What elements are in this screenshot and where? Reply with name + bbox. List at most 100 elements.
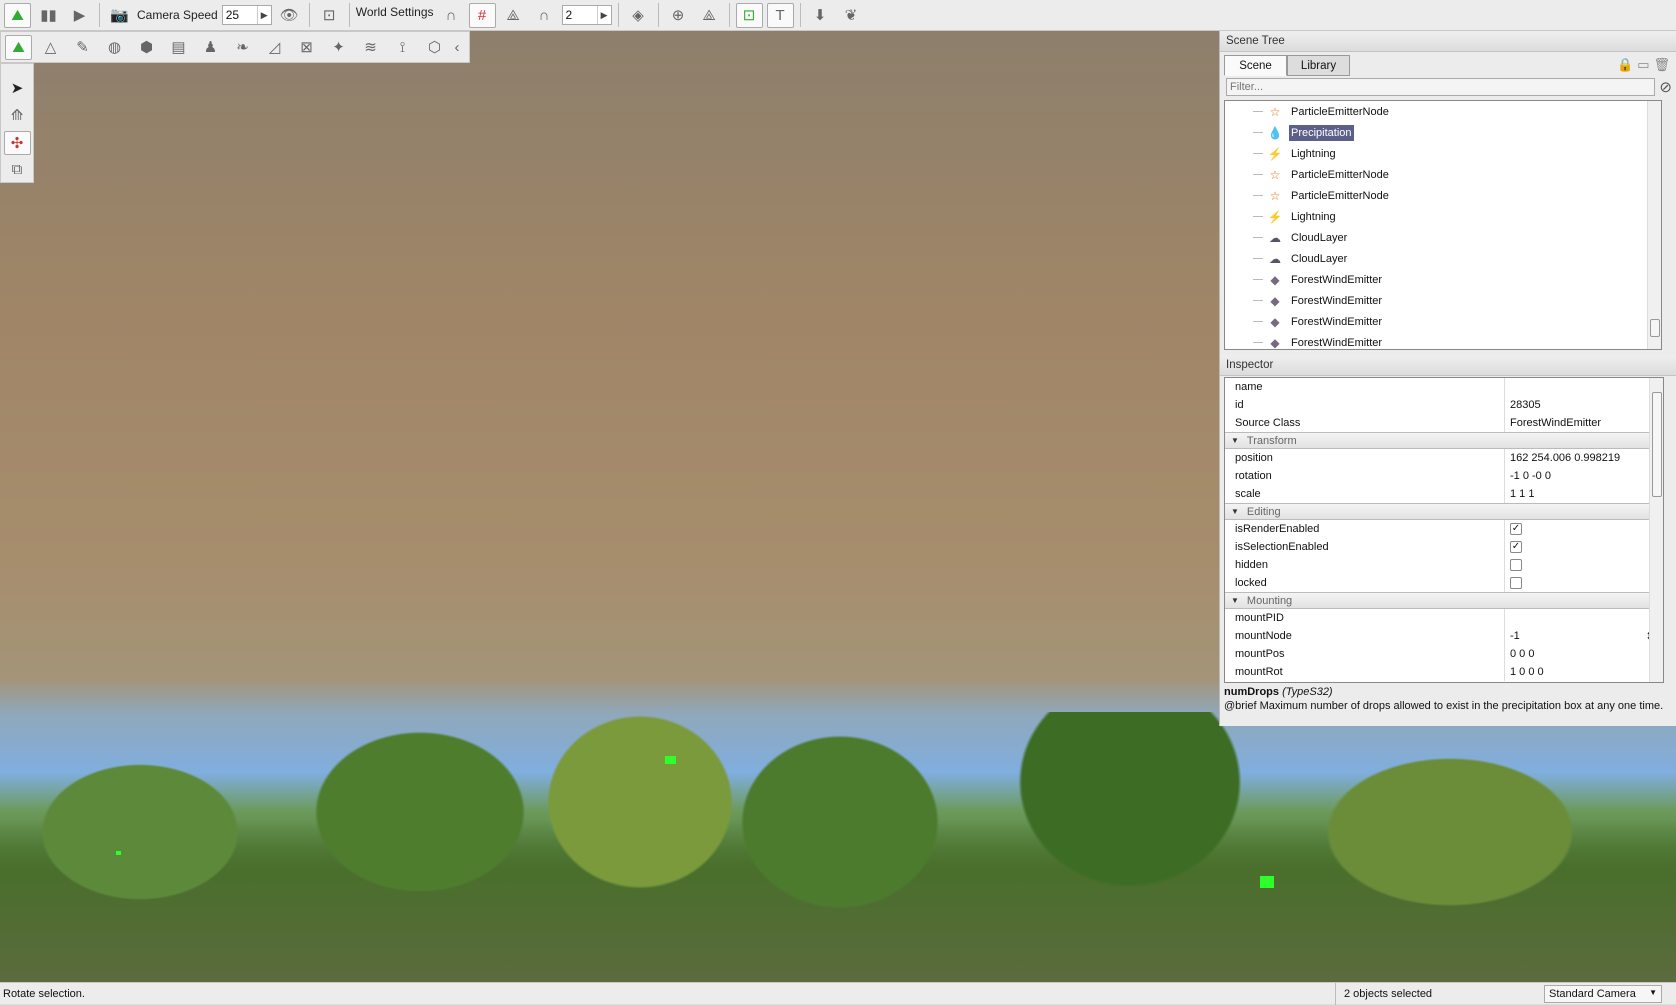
camera-mode-select[interactable]: Standard Camera ▼ — [1544, 985, 1662, 1003]
trash-icon[interactable]: 🗑 — [1653, 57, 1670, 73]
wings-icon[interactable]: ❦ — [838, 3, 865, 28]
selection-marker[interactable] — [1260, 876, 1274, 888]
selection-marker[interactable] — [665, 756, 676, 764]
tab-library[interactable]: Library — [1287, 55, 1350, 76]
camera-icon[interactable]: 📷 — [106, 3, 133, 28]
property-row[interactable]: hidden — [1225, 556, 1663, 574]
magnet-icon[interactable]: ∩ — [531, 3, 558, 28]
collapse-handle-icon[interactable]: ‹ — [453, 35, 461, 60]
decal-road-icon[interactable]: ≋ — [357, 35, 384, 60]
tab-scene[interactable]: Scene — [1224, 55, 1287, 76]
terrain-editor-icon[interactable]: △ — [37, 35, 64, 60]
clear-filter-icon[interactable]: ⊘ — [1659, 78, 1672, 96]
camera-speed-input[interactable]: 25 ▶ — [221, 5, 272, 25]
property-value[interactable]: ForestWindEmitter — [1510, 417, 1601, 429]
property-row[interactable]: position 162 254.006 0.998219 — [1225, 449, 1663, 467]
world-editor-icon[interactable]: ⛰ — [4, 2, 31, 28]
property-row[interactable]: mountNode-1⇕ — [1225, 627, 1663, 645]
align-terrain-icon[interactable]: ⟁ — [696, 3, 723, 28]
tree-item[interactable]: ☆ ParticleEmitterNode — [1225, 185, 1661, 206]
object-editor-icon[interactable]: ⛰ — [5, 34, 32, 60]
property-value[interactable]: 28305 — [1510, 399, 1541, 411]
property-row[interactable]: isSelectionEnabled ✓ — [1225, 538, 1663, 556]
play-icon[interactable]: ▶ — [66, 3, 93, 28]
tree-item[interactable]: ◆ ForestWindEmitter — [1225, 311, 1661, 332]
camera-mode-value[interactable]: Standard Camera — [1549, 988, 1636, 1000]
property-row[interactable]: name — [1225, 378, 1663, 396]
object-mode-icon[interactable]: ◈ — [625, 3, 652, 28]
collapse-triangle-icon[interactable]: ▼ — [1231, 596, 1239, 605]
property-value[interactable]: 1 0 0 0 — [1510, 666, 1544, 678]
tree-item[interactable]: ◆ ForestWindEmitter — [1225, 269, 1661, 290]
property-row[interactable]: isRenderEnabled ✓ — [1225, 520, 1663, 538]
checkbox-checked[interactable]: ✓ — [1510, 541, 1522, 553]
forest-brush-icon[interactable]: ❧ — [229, 35, 256, 60]
pivot-icon[interactable]: ⊕ — [665, 3, 692, 28]
property-value[interactable]: -1 0 -0 0 — [1510, 470, 1551, 482]
select-bounds-icon[interactable]: ⊡ — [735, 2, 763, 28]
text-labels-icon[interactable]: T — [766, 2, 794, 28]
scrollbar-thumb[interactable] — [1650, 319, 1660, 337]
tree-item[interactable]: ☆ ParticleEmitterNode — [1225, 164, 1661, 185]
terrain-painter-icon[interactable]: ✎ — [69, 35, 96, 60]
move-tool-icon[interactable]: ⟰ — [4, 103, 31, 127]
mesh-road-icon[interactable]: ⟟ — [389, 35, 416, 60]
property-value[interactable]: 1 1 1 — [1510, 488, 1534, 500]
property-row[interactable]: locked — [1225, 574, 1663, 592]
property-value[interactable]: 162 254.006 0.998219 — [1510, 452, 1620, 464]
section-header[interactable]: ▼ Editing — [1225, 503, 1663, 520]
road-editor-icon[interactable]: ◿ — [261, 35, 288, 60]
inspector-scrollbar[interactable] — [1649, 378, 1663, 682]
scrollbar-thumb[interactable] — [1652, 392, 1662, 497]
tree-item[interactable]: ◆ ForestWindEmitter — [1225, 332, 1661, 349]
snap-value[interactable]: 2 — [563, 8, 597, 22]
select-arrow-icon[interactable]: ➤ — [4, 76, 31, 100]
property-value[interactable]: 0 0 0 — [1510, 648, 1534, 660]
tree-item[interactable]: ⚡ Lightning — [1225, 143, 1661, 164]
checkbox-unchecked[interactable] — [1510, 559, 1522, 571]
property-value[interactable]: -1 — [1510, 630, 1520, 642]
filter-input[interactable] — [1226, 78, 1655, 96]
property-row[interactable]: Source Class ForestWindEmitter — [1225, 414, 1663, 432]
selection-marker[interactable] — [116, 851, 121, 855]
drop-object-icon[interactable]: ⬇ — [807, 3, 834, 28]
visibility-eye-icon[interactable]: 👁 — [276, 3, 303, 28]
property-row[interactable]: mountRot 1 0 0 0 — [1225, 663, 1663, 681]
datablock-icon[interactable]: ▤ — [165, 35, 192, 60]
property-row[interactable]: mountPID — [1225, 609, 1663, 627]
river-icon[interactable]: ✦ — [325, 35, 352, 60]
section-header[interactable]: ▼ Transform — [1225, 432, 1663, 449]
chevron-right-icon[interactable]: ▶ — [256, 6, 271, 24]
checkbox-checked[interactable]: ✓ — [1510, 523, 1522, 535]
shape-editor-icon[interactable]: ⬡ — [421, 35, 448, 60]
property-row[interactable]: mountPos 0 0 0 — [1225, 645, 1663, 663]
tree-item[interactable]: ☁ CloudLayer — [1225, 227, 1661, 248]
tree-item[interactable]: ◆ ForestWindEmitter — [1225, 290, 1661, 311]
collapse-triangle-icon[interactable]: ▼ — [1231, 507, 1239, 516]
property-row[interactable]: rotation -1 0 -0 0 — [1225, 467, 1663, 485]
screenshot-icon[interactable]: ⊡ — [316, 3, 343, 28]
tree-item[interactable]: ⚡ Lightning — [1225, 206, 1661, 227]
tree-item[interactable]: ☁ CloudLayer — [1225, 248, 1661, 269]
grid-snap-icon[interactable]: # — [468, 2, 496, 28]
world-settings-button[interactable]: World Settings — [356, 5, 434, 19]
stamp-icon[interactable]: ♟ — [197, 35, 224, 60]
camera-speed-value[interactable]: 25 — [223, 8, 257, 22]
checkbox-unchecked[interactable] — [1510, 577, 1522, 589]
material-icon[interactable]: ⬢ — [133, 35, 160, 60]
chevron-down-icon[interactable]: ▼ — [1649, 988, 1657, 997]
collapse-triangle-icon[interactable]: ▼ — [1231, 436, 1239, 445]
property-row[interactable]: scale 1 1 1 — [1225, 485, 1663, 503]
folder-icon[interactable]: ▭ — [1637, 57, 1649, 73]
layout-icon[interactable]: ▮▮ — [35, 3, 62, 28]
section-header[interactable]: ▼ Mounting — [1225, 592, 1663, 609]
tree-item[interactable]: ☆ ParticleEmitterNode — [1225, 101, 1661, 122]
navmesh-icon[interactable]: ⊠ — [293, 35, 320, 60]
scene-tree-scrollbar[interactable] — [1647, 101, 1661, 349]
snap-value-input[interactable]: 2 ▶ — [561, 5, 612, 25]
snap-settings-icon[interactable]: ∩ — [438, 3, 465, 28]
property-row[interactable]: id 28305 — [1225, 396, 1663, 414]
terrain-snap-icon[interactable]: ⟁ — [500, 3, 527, 28]
globe-icon[interactable]: ◍ — [101, 35, 128, 60]
chevron-right-icon[interactable]: ▶ — [596, 6, 611, 24]
